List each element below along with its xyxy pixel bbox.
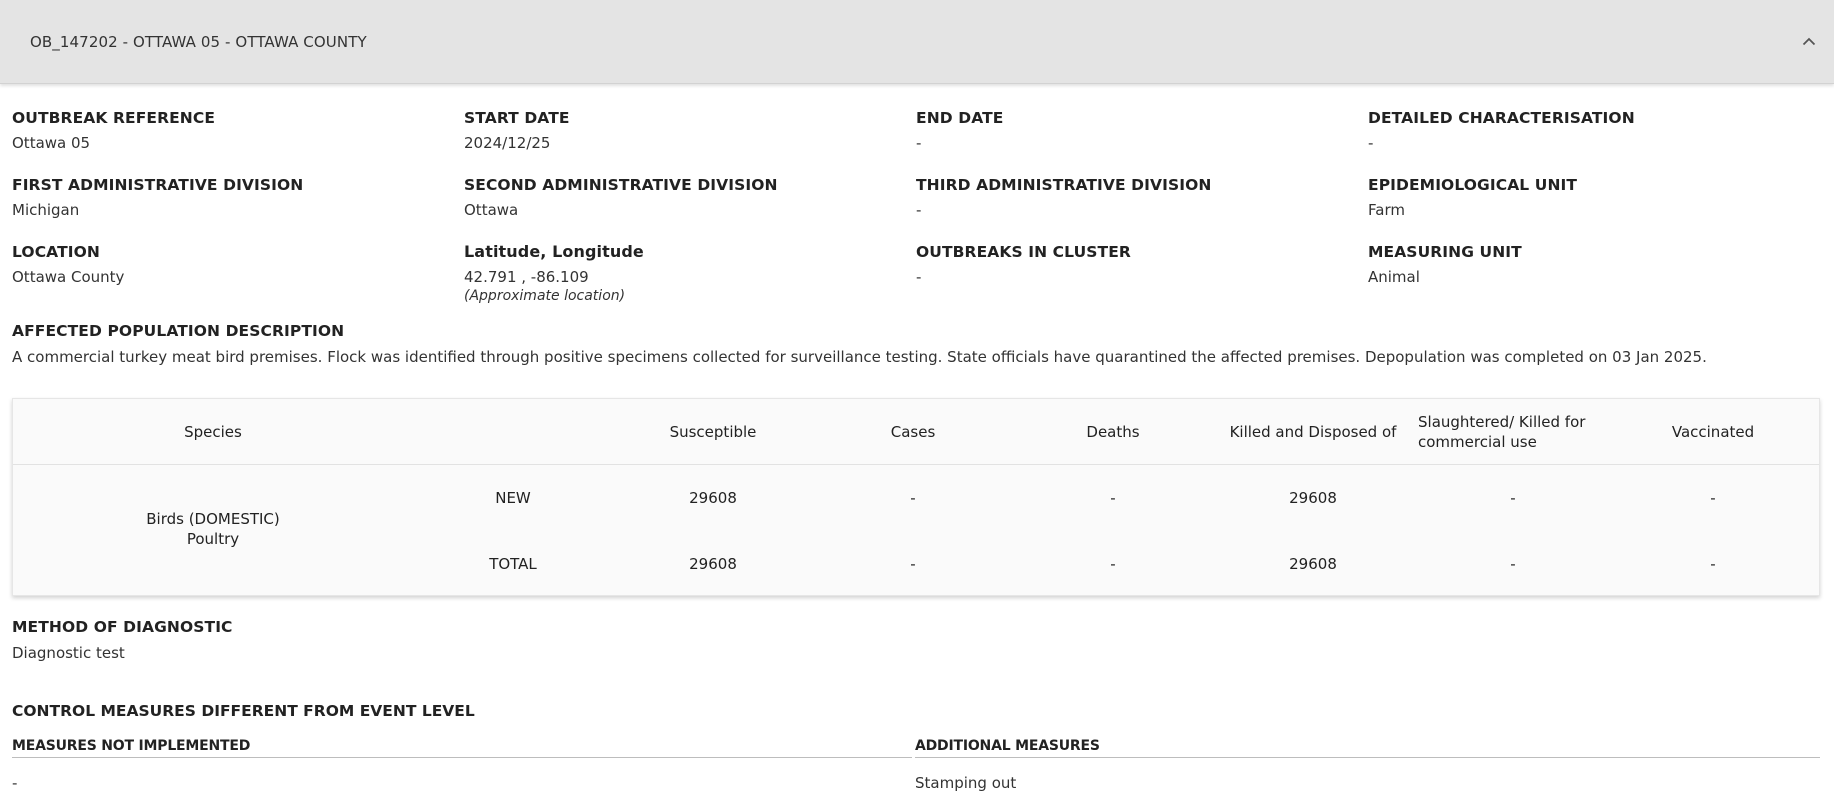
cell-killed: 29608: [1289, 489, 1337, 507]
species-name: Birds (DOMESTIC): [146, 510, 280, 528]
location-field: LOCATION Ottawa County: [12, 241, 464, 320]
field-label: EPIDEMIOLOGICAL UNIT: [1368, 176, 1578, 194]
start-date-field: START DATE 2024/12/25: [464, 107, 916, 174]
field-label: LOCATION: [12, 243, 100, 261]
additional-measures-value: Stamping out: [915, 774, 1017, 792]
measures-not-implemented-value: -: [12, 774, 18, 792]
measuring-unit-field: MEASURING UNIT Animal: [1368, 241, 1820, 320]
field-value: 2024/12/25: [464, 134, 551, 152]
cell-deaths: -: [1110, 489, 1116, 507]
field-label: DETAILED CHARACTERISATION: [1368, 109, 1635, 127]
species-subtype: Poultry: [186, 530, 240, 548]
first-admin-division-field: FIRST ADMINISTRATIVE DIVISION Michigan: [12, 174, 464, 241]
field-label: Latitude, Longitude: [464, 242, 644, 261]
outbreak-reference-field: OUTBREAK REFERENCE Ottawa 05: [12, 107, 464, 174]
field-label: MEASURING UNIT: [1368, 243, 1522, 261]
field-label: START DATE: [464, 109, 570, 127]
divider: [915, 757, 1820, 758]
field-label: FIRST ADMINISTRATIVE DIVISION: [12, 176, 304, 194]
detailed-characterisation-field: DETAILED CHARACTERISATION -: [1368, 107, 1820, 174]
control-measures-title: CONTROL MEASURES DIFFERENT FROM EVENT LE…: [12, 702, 475, 720]
second-admin-division-field: SECOND ADMINISTRATIVE DIVISION Ottawa: [464, 174, 916, 241]
cell-killed: 29608: [1289, 555, 1337, 573]
outbreaks-in-cluster-field: OUTBREAKS IN CLUSTER -: [916, 241, 1368, 320]
outbreak-panel-header[interactable]: OB_147202 - OTTAWA 05 - OTTAWA COUNTY: [0, 0, 1834, 84]
lat-long-field: Latitude, Longitude 42.791 , -86.109 (Ap…: [464, 241, 916, 320]
third-admin-division-field: THIRD ADMINISTRATIVE DIVISION -: [916, 174, 1368, 241]
field-value: Farm: [1368, 201, 1405, 219]
table-header: Species Susceptible Cases Deaths Killed …: [13, 399, 1819, 465]
panel-title: OB_147202 - OTTAWA 05 - OTTAWA COUNTY: [30, 32, 367, 51]
cell-deaths: -: [1110, 555, 1116, 573]
column-header-slaughtered: Slaughtered/ Killed for commercial use: [1418, 413, 1586, 451]
row-type: NEW: [495, 489, 531, 507]
species-table: Species Susceptible Cases Deaths Killed …: [12, 398, 1820, 596]
section-label: AFFECTED POPULATION DESCRIPTION: [12, 322, 345, 340]
field-label: OUTBREAKS IN CLUSTER: [916, 243, 1131, 261]
column-header-deaths: Deaths: [1086, 423, 1140, 441]
column-header-cases: Cases: [890, 423, 936, 441]
field-value: -: [916, 268, 922, 286]
column-header-killed: Killed and Disposed of: [1229, 423, 1397, 441]
field-value: Ottawa: [464, 201, 519, 219]
cell-vaccinated: -: [1710, 555, 1716, 573]
end-date-field: END DATE -: [916, 107, 1368, 174]
field-value: Ottawa 05: [12, 134, 91, 152]
affected-population-section: AFFECTED POPULATION DESCRIPTION A commer…: [12, 320, 1820, 366]
cell-slaughtered: -: [1510, 555, 1516, 573]
details-row: OUTBREAK REFERENCE Ottawa 05 START DATE …: [12, 107, 1820, 174]
additional-measures-label: ADDITIONAL MEASURES: [915, 738, 1100, 754]
field-value: -: [916, 134, 922, 152]
cell-vaccinated: -: [1710, 489, 1716, 507]
section-label: METHOD OF DIAGNOSTIC: [12, 618, 233, 636]
field-value: Animal: [1368, 268, 1420, 286]
method-of-diagnostic-value: Diagnostic test: [12, 644, 125, 662]
epidemiological-unit-field: EPIDEMIOLOGICAL UNIT Farm: [1368, 174, 1820, 241]
method-of-diagnostic-section: METHOD OF DIAGNOSTIC Diagnostic test: [12, 616, 233, 662]
field-label: END DATE: [916, 109, 1004, 127]
cell-slaughtered: -: [1510, 489, 1516, 507]
column-header-species: Species: [184, 423, 242, 441]
chevron-up-icon[interactable]: [1798, 31, 1820, 53]
field-value: Michigan: [12, 201, 80, 219]
column-header-susceptible: Susceptible: [669, 423, 757, 441]
details-row: FIRST ADMINISTRATIVE DIVISION Michigan S…: [12, 174, 1820, 241]
field-value: -: [1368, 134, 1374, 152]
field-label: THIRD ADMINISTRATIVE DIVISION: [916, 176, 1212, 194]
approximate-location-note: (Approximate location): [464, 288, 626, 304]
cell-cases: -: [910, 489, 916, 507]
affected-population-text: A commercial turkey meat bird premises. …: [12, 348, 1707, 366]
measures-not-implemented-label: MEASURES NOT IMPLEMENTED: [12, 738, 251, 754]
field-value: 42.791 , -86.109: [464, 268, 589, 286]
field-value: -: [916, 201, 922, 219]
cell-susceptible: 29608: [689, 489, 737, 507]
column-header-vaccinated: Vaccinated: [1671, 423, 1755, 441]
divider: [12, 757, 912, 758]
outbreak-details-grid: OUTBREAK REFERENCE Ottawa 05 START DATE …: [12, 107, 1820, 320]
row-type: TOTAL: [489, 555, 537, 573]
species-cell: Birds (DOMESTIC) Poultry: [13, 509, 413, 549]
field-label: SECOND ADMINISTRATIVE DIVISION: [464, 176, 778, 194]
details-row: LOCATION Ottawa County Latitude, Longitu…: [12, 241, 1820, 320]
cell-susceptible: 29608: [689, 555, 737, 573]
cell-cases: -: [910, 555, 916, 573]
field-label: OUTBREAK REFERENCE: [12, 109, 216, 127]
field-value: Ottawa County: [12, 268, 125, 286]
